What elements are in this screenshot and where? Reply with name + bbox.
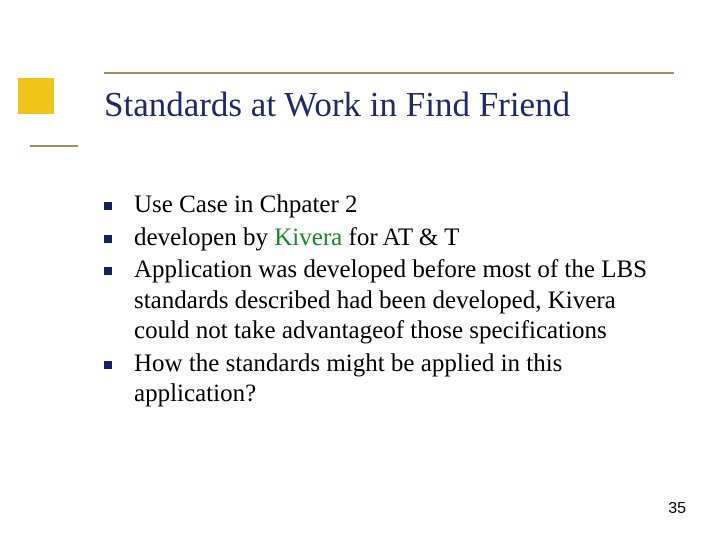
list-item: Use Case in Chpater 2 [100,190,660,221]
title-rule-left [30,145,78,147]
highlighted-term: Kivera [274,224,342,251]
list-item: Application was developed before most of… [100,255,660,347]
list-item-text: developen by [134,224,274,251]
square-bullet-icon [104,202,112,210]
slide: Standards at Work in Find Friend Use Cas… [0,0,720,540]
square-bullet-icon [104,235,112,243]
square-bullet-icon [104,267,112,275]
list-item: How the standards might be applied in th… [100,349,660,410]
title-rule-top [104,72,674,74]
list-item-text: Use Case in Chpater 2 [134,191,358,218]
list-item-text: How the standards might be applied in th… [134,350,562,408]
title-accent-square [18,78,54,114]
page-number: 35 [668,500,686,518]
body-content: Use Case in Chpater 2 developen by Kiver… [100,190,660,412]
list-item: developen by Kivera for AT & T [100,223,660,254]
list-item-text: for AT & T [342,224,459,251]
slide-title: Standards at Work in Find Friend [104,86,570,125]
list-item-text: Application was developed before most of… [134,256,647,344]
square-bullet-icon [104,361,112,369]
